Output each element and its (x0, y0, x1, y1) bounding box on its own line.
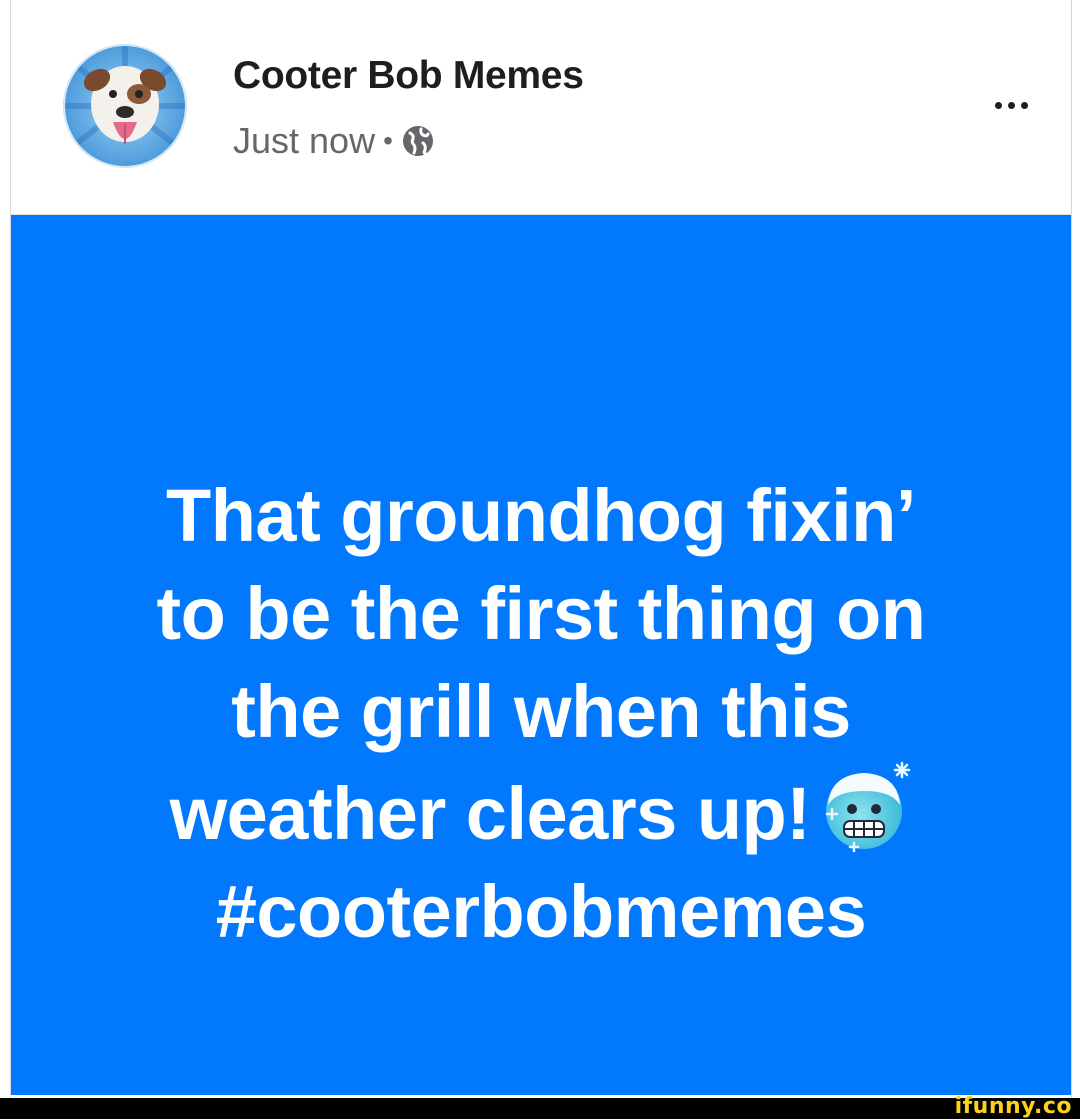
post-meta: Just now • (233, 118, 435, 164)
post-text-line: weather clears up! (169, 772, 811, 855)
watermark-bar (0, 1098, 1080, 1119)
post-text-line: to be the first thing on (156, 572, 926, 655)
post-text-line: the grill when this (231, 670, 851, 753)
post-text-line: That groundhog fixin’ (166, 474, 916, 557)
facebook-post-card: Cooter Bob Memes Just now • That groundh… (10, 0, 1072, 1098)
watermark: ifunny.co (955, 1094, 1072, 1119)
post-content: That groundhog fixin’ to be the first th… (11, 215, 1071, 1095)
post-header: Cooter Bob Memes Just now • (11, 0, 1071, 215)
ifunny-watermark: ifunny.co (954, 1094, 1072, 1119)
avatar[interactable] (63, 44, 187, 168)
meta-separator: • (383, 125, 393, 156)
more-options-button[interactable] (985, 90, 1037, 120)
post-text-line-with-emoji: weather clears up! (156, 761, 925, 863)
post-timestamp[interactable]: Just now (233, 120, 375, 162)
more-options-icon (994, 101, 1002, 109)
globe-icon (401, 124, 435, 158)
page-name[interactable]: Cooter Bob Memes (233, 54, 584, 98)
post-text: That groundhog fixin’ to be the first th… (156, 467, 926, 961)
cold-face-emoji-icon (820, 761, 912, 853)
hashtag[interactable]: #cooterbobmemes (156, 863, 925, 961)
